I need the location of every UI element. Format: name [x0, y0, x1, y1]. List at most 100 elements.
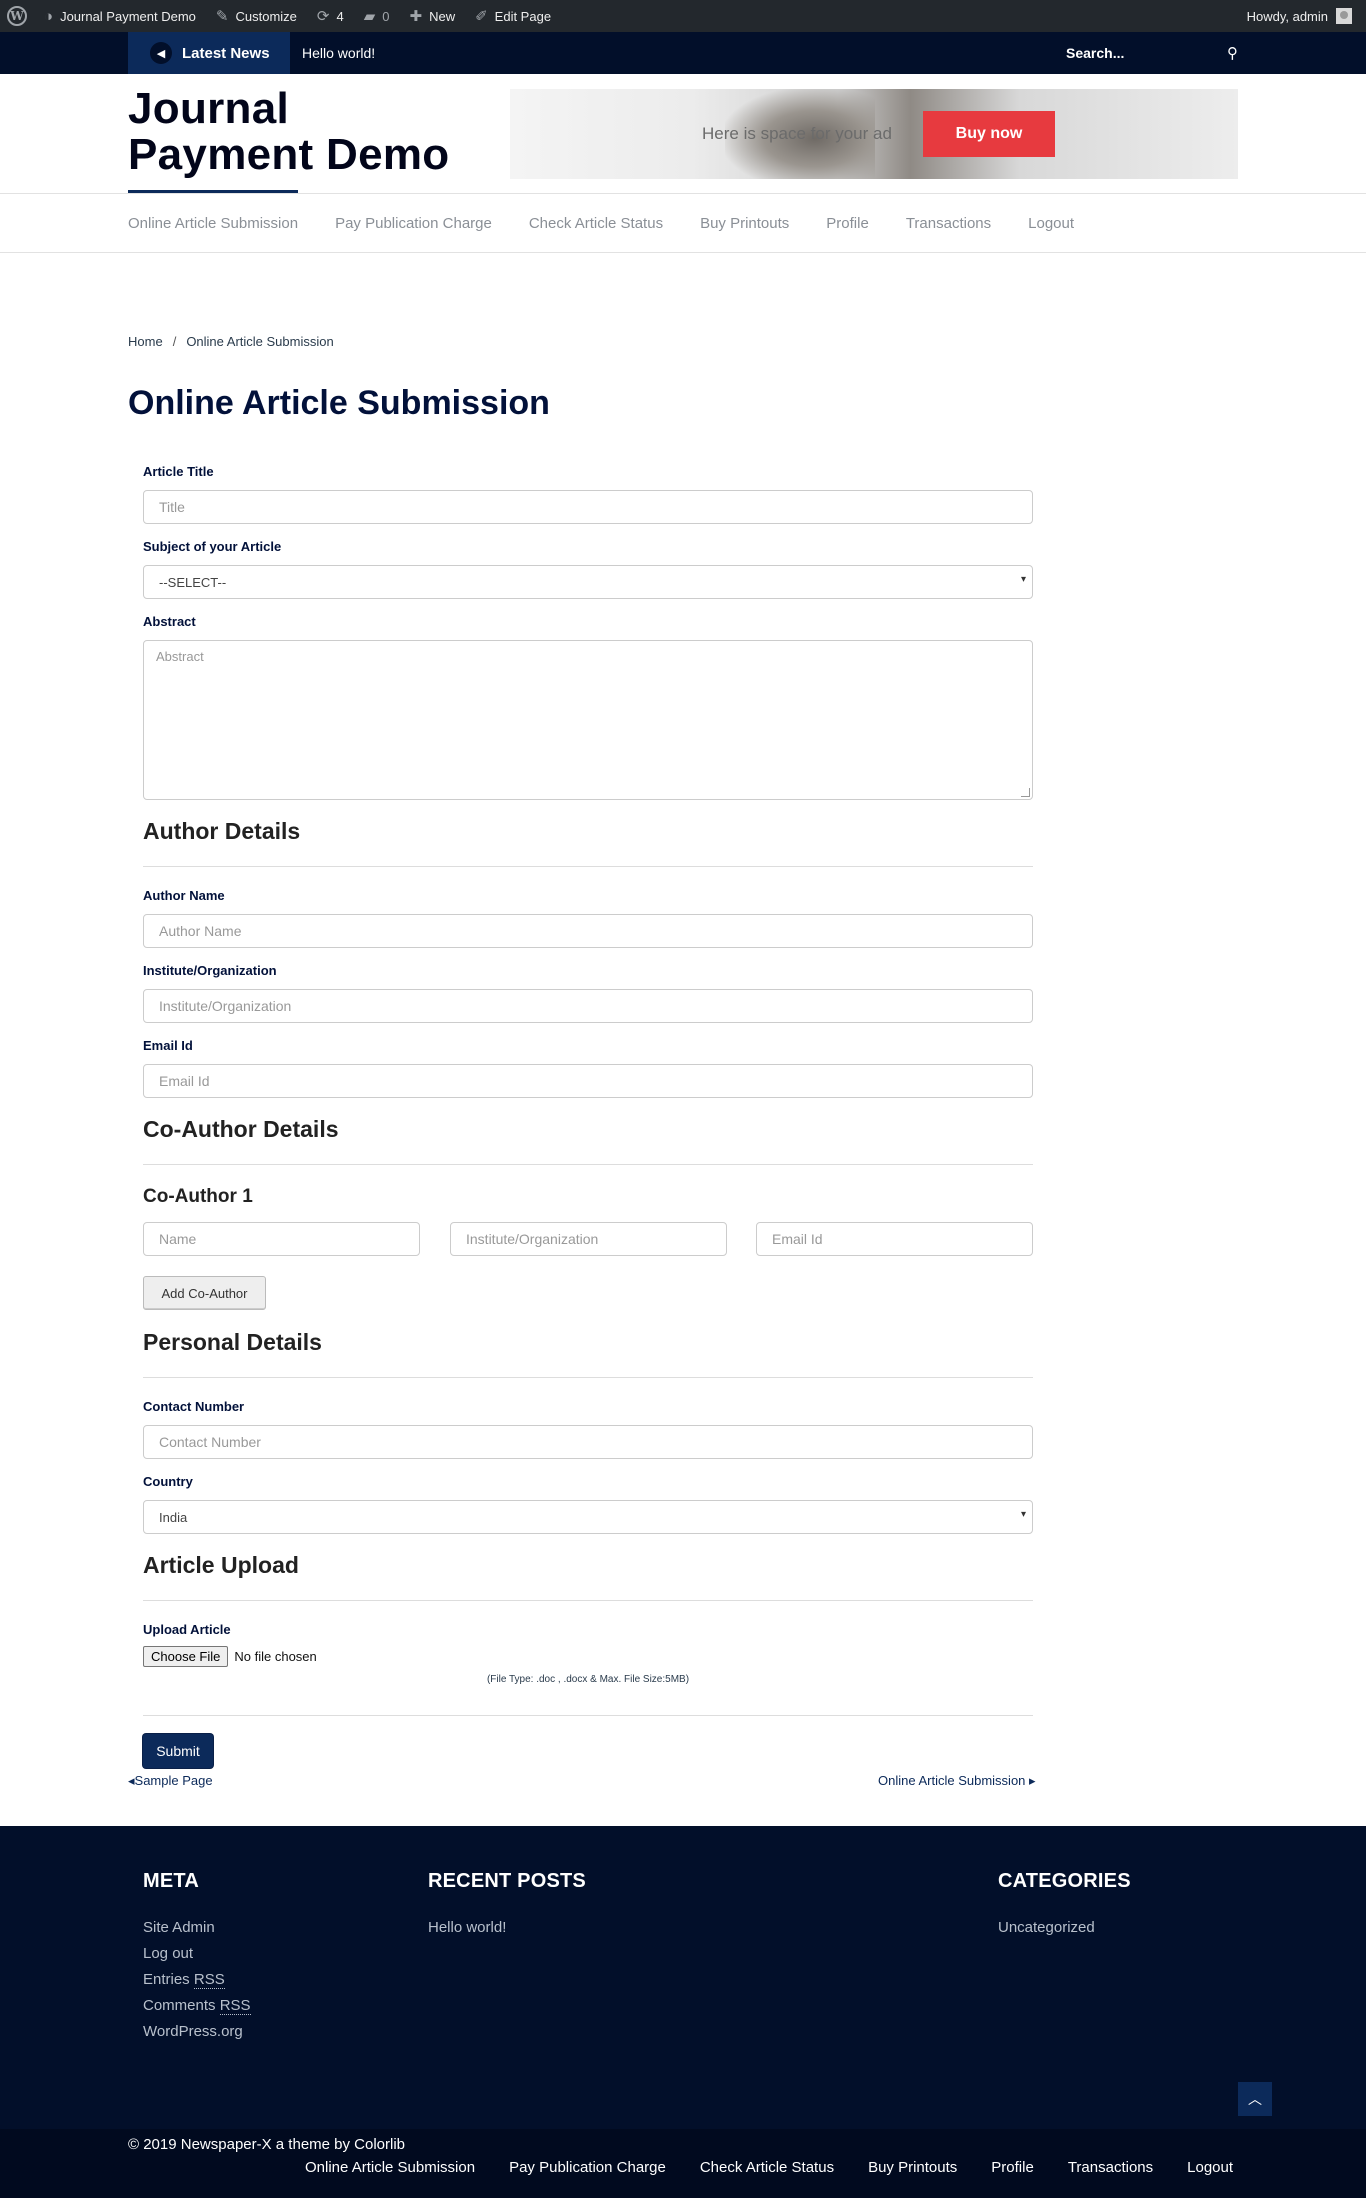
search-input[interactable]: Search...: [1066, 45, 1124, 61]
nav-item-logout[interactable]: Logout: [1028, 215, 1074, 232]
country-label: Country: [143, 1474, 193, 1489]
news-ticker-item[interactable]: Hello world!: [302, 32, 375, 74]
previous-post-link[interactable]: ◂Sample Page: [128, 1773, 213, 1789]
footer-copyright: © 2019 Newspaper-X a theme by Colorlib: [128, 2136, 406, 2153]
admin-bar-updates[interactable]: ⟳ 4: [307, 0, 354, 32]
ad-text: Here is space for your ad: [702, 124, 892, 143]
pencil-icon: ✐: [475, 8, 488, 25]
article-upload-heading: Article Upload: [143, 1552, 299, 1578]
footer-link-site-admin[interactable]: Site Admin: [143, 1919, 251, 1936]
author-name-label: Author Name: [143, 888, 225, 903]
footer-nav-check-article-status[interactable]: Check Article Status: [700, 2159, 834, 2176]
footer-link-entries-rss[interactable]: Entries RSS: [143, 1971, 251, 1989]
admin-bar-edit-page[interactable]: ✐ Edit Page: [465, 0, 561, 32]
comment-icon: ▰: [363, 8, 376, 25]
author-name-input[interactable]: Author Name: [143, 914, 1033, 948]
coauthor-1-heading: Co-Author 1: [143, 1186, 253, 1207]
upload-article-label: Upload Article: [143, 1622, 231, 1637]
subject-select[interactable]: --SELECT--: [143, 565, 1033, 599]
section-divider: [143, 1600, 1033, 1601]
footer-category[interactable]: Uncategorized: [998, 1919, 1131, 1936]
page-title: Online Article Submission: [128, 384, 550, 422]
avatar: [1336, 8, 1352, 24]
nav-item-pay-publication-charge[interactable]: Pay Publication Charge: [335, 215, 492, 232]
footer-recent-posts-widget: RECENT POSTS Hello world!: [428, 1870, 586, 1945]
file-status: No file chosen: [234, 1649, 317, 1664]
admin-bar: W ◑ Journal Payment Demo ✎ Customize ⟳ 4 ▰ 0…: [0, 0, 1366, 32]
footer-nav-transactions[interactable]: Transactions: [1068, 2159, 1153, 2176]
footer-link-wordpress-org[interactable]: WordPress.org: [143, 2023, 251, 2040]
footer-nav-pay-publication-charge[interactable]: Pay Publication Charge: [509, 2159, 666, 2176]
main-nav: Online Article Submission Pay Publicatio…: [128, 194, 1111, 252]
nav-item-check-article-status[interactable]: Check Article Status: [529, 215, 663, 232]
footer-nav-buy-printouts[interactable]: Buy Printouts: [868, 2159, 957, 2176]
admin-bar-customize[interactable]: ✎ Customize: [206, 0, 307, 32]
file-type-note: (File Type: .doc , .docx & Max. File Siz…: [486, 1674, 690, 1685]
plus-icon: ✚: [409, 8, 423, 25]
footer-nav-online-article-submission[interactable]: Online Article Submission: [305, 2159, 475, 2176]
country-select[interactable]: India: [143, 1500, 1033, 1534]
section-divider: [143, 866, 1033, 867]
footer-nav: Online Article Submission Pay Publicatio…: [305, 2159, 1233, 2176]
institute-label: Institute/Organization: [143, 963, 277, 978]
updates-icon: ⟳: [316, 8, 330, 25]
nav-item-buy-printouts[interactable]: Buy Printouts: [700, 215, 789, 232]
abstract-label: Abstract: [143, 614, 196, 629]
ad-banner[interactable]: Here is space for your ad Buy now: [510, 89, 1238, 179]
coauthor-name-input[interactable]: Name: [143, 1222, 420, 1256]
contact-number-input[interactable]: Contact Number: [143, 1425, 1033, 1459]
footer-categories-widget: CATEGORIES Uncategorized: [998, 1870, 1131, 1945]
header-search[interactable]: Search... ⚲: [1066, 32, 1238, 74]
institute-input[interactable]: Institute/Organization: [143, 989, 1033, 1023]
brush-icon: ✎: [215, 8, 229, 25]
breadcrumb: Home / Online Article Submission: [128, 334, 334, 349]
search-icon[interactable]: ⚲: [1227, 44, 1238, 62]
email-input[interactable]: Email Id: [143, 1064, 1033, 1098]
coauthor-details-heading: Co-Author Details: [143, 1116, 339, 1142]
nav-divider: [0, 252, 1366, 253]
dashboard-icon: ◑: [44, 7, 54, 25]
megaphone-icon: ◀: [150, 42, 172, 64]
article-title-input[interactable]: Title: [143, 490, 1033, 524]
footer-recent-posts-title: RECENT POSTS: [428, 1870, 586, 1892]
footer-link-comments-rss[interactable]: Comments RSS: [143, 1997, 251, 2015]
wordpress-logo-icon[interactable]: W: [0, 0, 34, 32]
breadcrumb-home[interactable]: Home: [128, 334, 163, 349]
add-coauthor-button[interactable]: Add Co-Author: [143, 1276, 266, 1310]
section-divider: [143, 1164, 1033, 1165]
breadcrumb-current: Online Article Submission: [186, 334, 334, 349]
nav-item-transactions[interactable]: Transactions: [906, 215, 991, 232]
footer-nav-logout[interactable]: Logout: [1187, 2159, 1233, 2176]
coauthor-email-input[interactable]: Email Id: [756, 1222, 1033, 1256]
subject-label: Subject of your Article: [143, 539, 282, 554]
personal-details-heading: Personal Details: [143, 1329, 322, 1355]
footer-link-log-out[interactable]: Log out: [143, 1945, 251, 1962]
admin-bar-account[interactable]: Howdy, admin: [1247, 8, 1366, 24]
back-to-top-button[interactable]: ︿: [1238, 2082, 1272, 2116]
site-title[interactable]: Journal Payment Demo: [128, 86, 468, 178]
submit-button[interactable]: Submit: [143, 1734, 213, 1768]
file-upload-input[interactable]: Choose File No file chosen: [143, 1646, 317, 1667]
next-post-link[interactable]: Online Article Submission ▸: [878, 1773, 1036, 1789]
nav-item-online-article-submission[interactable]: Online Article Submission: [128, 215, 298, 232]
admin-bar-comments[interactable]: ▰ 0: [354, 0, 400, 32]
article-title-label: Article Title: [143, 464, 214, 479]
buy-now-button[interactable]: Buy now: [923, 111, 1055, 157]
admin-bar-new[interactable]: ✚ New: [400, 0, 466, 32]
footer-categories-title: CATEGORIES: [998, 1870, 1131, 1892]
admin-bar-site-link[interactable]: ◑ Journal Payment Demo: [34, 0, 206, 32]
footer-meta-title: META: [143, 1870, 199, 1892]
coauthor-institute-input[interactable]: Institute/Organization: [450, 1222, 727, 1256]
breadcrumb-separator: /: [172, 334, 177, 349]
contact-number-label: Contact Number: [143, 1399, 245, 1414]
section-divider: [143, 1377, 1033, 1378]
abstract-textarea[interactable]: Abstract: [143, 640, 1033, 800]
caret-right-icon: ▸: [1025, 1773, 1036, 1788]
chevron-up-icon: ︿: [1248, 2091, 1262, 2107]
footer-nav-profile[interactable]: Profile: [991, 2159, 1034, 2176]
form-divider: [143, 1715, 1033, 1716]
nav-item-profile[interactable]: Profile: [826, 215, 869, 232]
choose-file-button[interactable]: Choose File: [143, 1646, 229, 1667]
footer-recent-post[interactable]: Hello world!: [428, 1919, 586, 1936]
author-details-heading: Author Details: [143, 818, 301, 844]
